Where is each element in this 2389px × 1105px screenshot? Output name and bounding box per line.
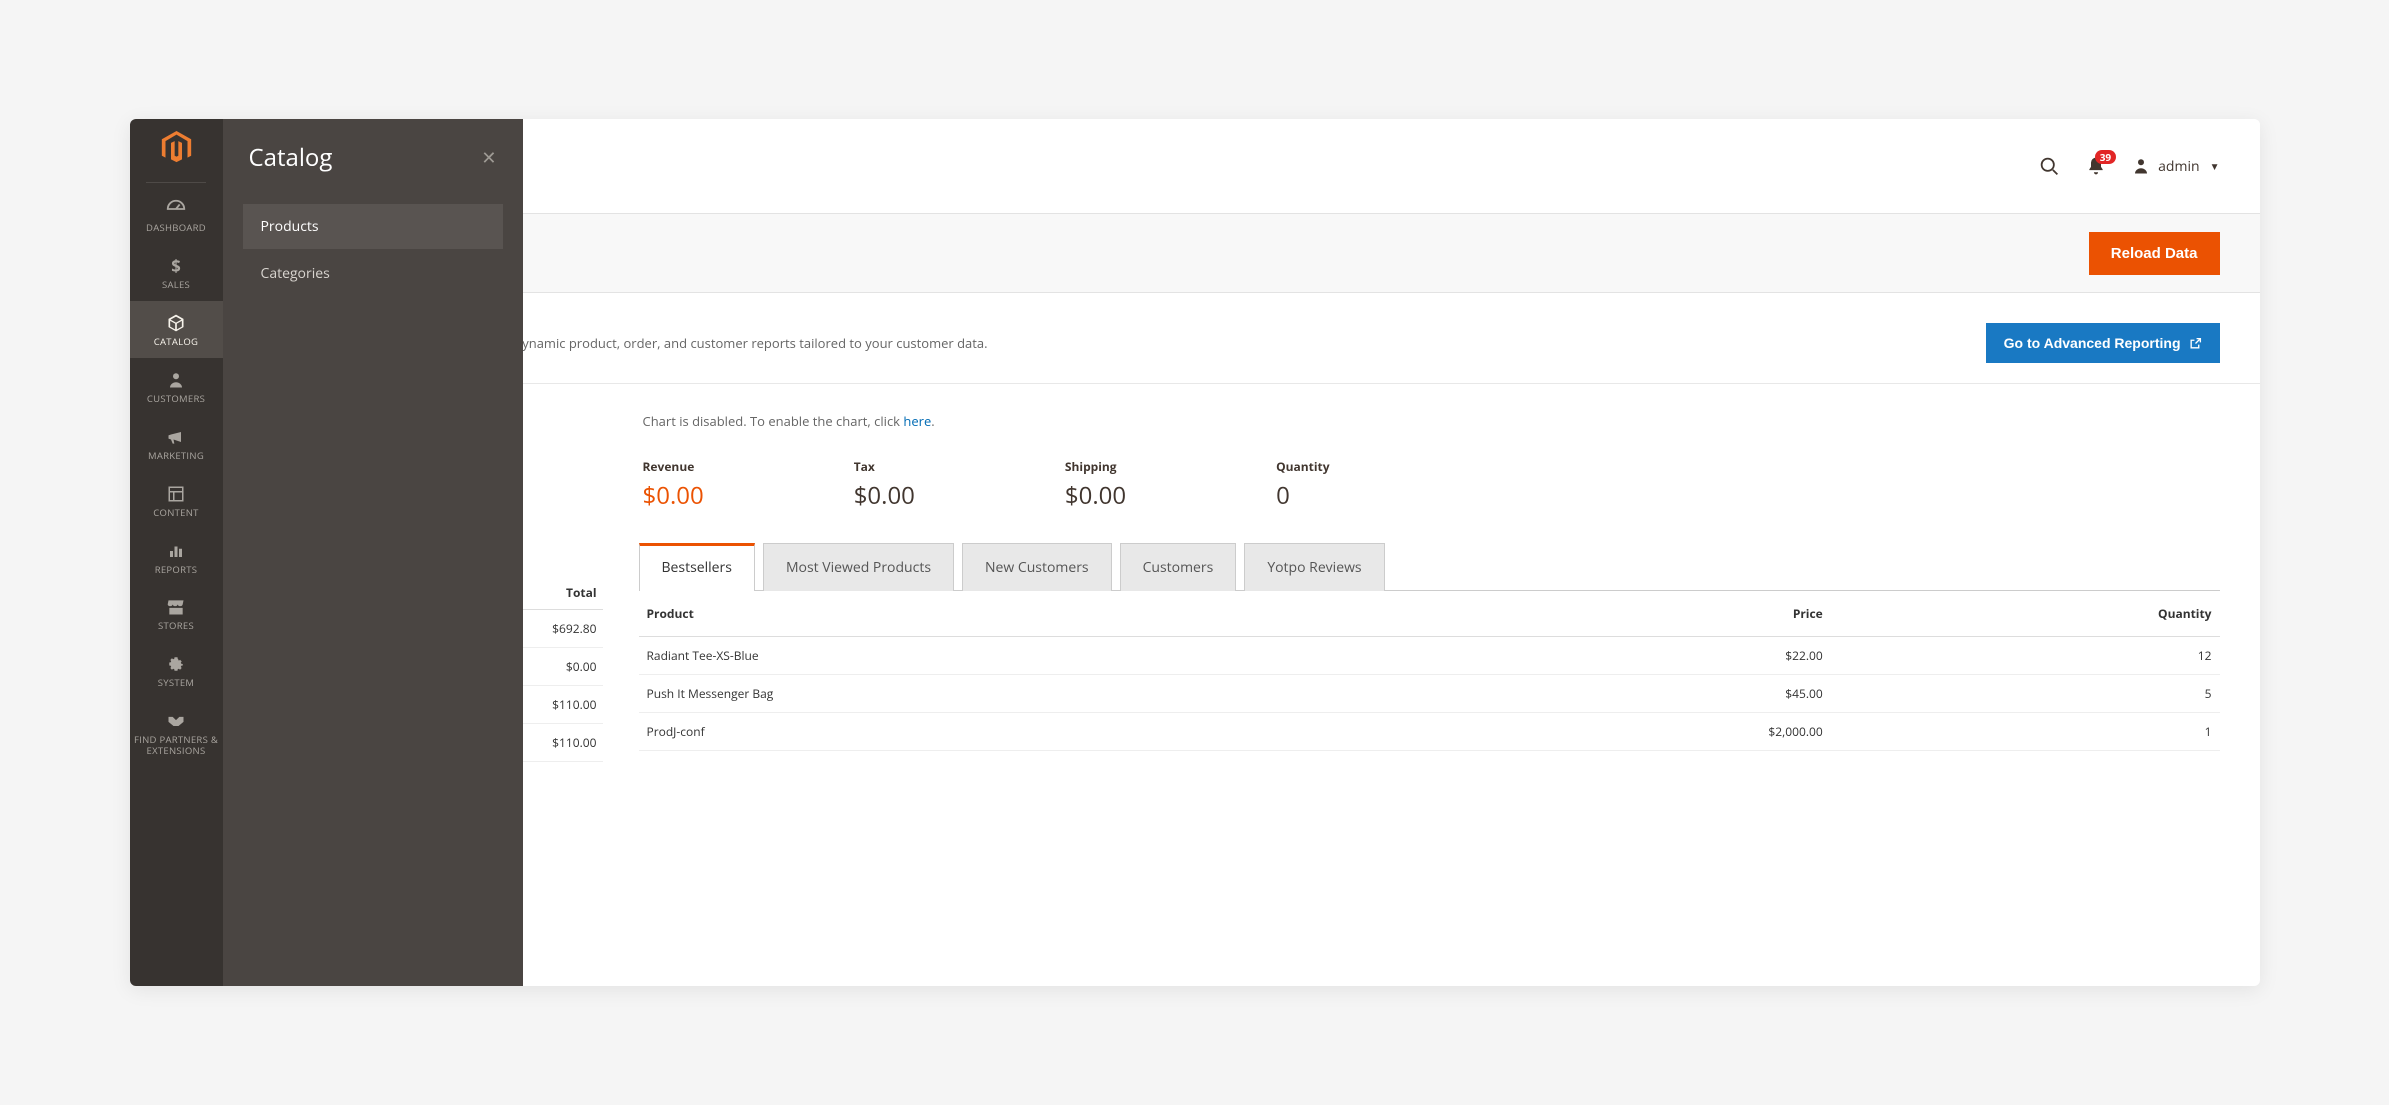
- page-content: Reload Data of your business' performanc…: [223, 213, 2260, 986]
- dollar-icon: $: [165, 255, 187, 277]
- action-strip: Reload Data: [223, 213, 2260, 293]
- sidebar-label: MARKETING: [148, 451, 204, 462]
- reload-data-button[interactable]: Reload Data: [2089, 232, 2220, 275]
- layout-icon: [165, 483, 187, 505]
- gauge-icon: [165, 198, 187, 220]
- bar-chart-icon: [165, 540, 187, 562]
- advanced-reporting-button[interactable]: Go to Advanced Reporting: [1986, 323, 2220, 363]
- tab-most-viewed-products[interactable]: Most Viewed Products: [763, 543, 954, 591]
- user-menu[interactable]: admin ▼: [2132, 157, 2219, 176]
- sidebar-label: CONTENT: [153, 508, 198, 519]
- close-icon[interactable]: ✕: [481, 146, 496, 170]
- sidebar-label: SYSTEM: [158, 678, 195, 689]
- user-icon: [2132, 157, 2150, 175]
- flyout-item-categories[interactable]: Categories: [243, 251, 503, 296]
- sidebar-label: REPORTS: [155, 565, 198, 576]
- search-icon[interactable]: [2039, 156, 2060, 177]
- sidebar-label: CATALOG: [154, 337, 198, 348]
- sidebar-label: DASHBOARD: [146, 223, 206, 234]
- table-row[interactable]: Push It Messenger Bag$45.005: [639, 675, 2220, 713]
- flyout-title: Catalog: [249, 141, 333, 174]
- person-icon: [165, 369, 187, 391]
- metric-tax: Tax $0.00: [854, 458, 915, 512]
- flyout-item-products[interactable]: Products: [243, 204, 503, 249]
- main-sidebar: DASHBOARD $ SALES CATALOG CUSTOMERS MARK…: [130, 119, 223, 986]
- tab-new-customers[interactable]: New Customers: [962, 543, 1112, 591]
- sidebar-item-customers[interactable]: CUSTOMERS: [130, 358, 223, 415]
- topbar: 39 admin ▼: [223, 119, 2260, 213]
- sidebar-item-marketing[interactable]: MARKETING: [130, 415, 223, 472]
- notifications-bell[interactable]: 39: [2086, 156, 2106, 176]
- tab-bestsellers[interactable]: Bestsellers: [639, 543, 755, 591]
- notification-count: 39: [2095, 150, 2116, 164]
- megaphone-icon: [165, 426, 187, 448]
- metric-revenue: Revenue $0.00: [643, 458, 704, 512]
- user-label: admin: [2158, 157, 2199, 176]
- sidebar-item-partners[interactable]: FIND PARTNERS & EXTENSIONS: [130, 699, 223, 767]
- tab-customers[interactable]: Customers: [1120, 543, 1237, 591]
- sidebar-label: CUSTOMERS: [147, 394, 205, 405]
- gear-icon: [165, 653, 187, 675]
- bestsellers-table: Product Price Quantity Radiant Tee-XS-Bl…: [639, 591, 2220, 751]
- sidebar-label: FIND PARTNERS & EXTENSIONS: [130, 735, 223, 757]
- external-link-icon: [2189, 337, 2202, 350]
- cube-icon: [165, 312, 187, 334]
- table-row[interactable]: ProdJ-conf$2,000.001: [639, 713, 2220, 751]
- catalog-flyout: Catalog ✕ Products Categories: [223, 119, 523, 986]
- metric-quantity: Quantity 0: [1276, 458, 1329, 512]
- sidebar-item-reports[interactable]: REPORTS: [130, 529, 223, 586]
- app-window: DASHBOARD $ SALES CATALOG CUSTOMERS MARK…: [130, 119, 2260, 986]
- sidebar-item-content[interactable]: CONTENT: [130, 472, 223, 529]
- enable-chart-link[interactable]: here: [903, 412, 931, 430]
- magento-logo[interactable]: [160, 131, 193, 164]
- sidebar-item-sales[interactable]: $ SALES: [130, 244, 223, 301]
- sidebar-label: SALES: [162, 280, 190, 291]
- table-row[interactable]: Radiant Tee-XS-Blue$22.0012: [639, 637, 2220, 675]
- svg-text:$: $: [171, 256, 181, 276]
- sidebar-item-catalog[interactable]: CATALOG: [130, 301, 223, 358]
- metric-shipping: Shipping $0.00: [1065, 458, 1126, 512]
- store-icon: [165, 596, 187, 618]
- sidebar-label: STORES: [158, 621, 194, 632]
- metrics-row: Revenue $0.00 Tax $0.00 Shipping $0.00 Q…: [223, 438, 2260, 542]
- chart-disabled-note: Chart is disabled. To enable the chart, …: [223, 384, 2260, 438]
- tab-yotpo-reviews[interactable]: Yotpo Reviews: [1244, 543, 1384, 591]
- sidebar-item-stores[interactable]: STORES: [130, 585, 223, 642]
- sidebar-item-system[interactable]: SYSTEM: [130, 642, 223, 699]
- dashboard-tabs: BestsellersMost Viewed ProductsNew Custo…: [639, 542, 2220, 762]
- chevron-down-icon: ▼: [2210, 159, 2220, 173]
- sidebar-item-dashboard[interactable]: DASHBOARD: [130, 187, 223, 244]
- handshake-icon: [165, 710, 187, 732]
